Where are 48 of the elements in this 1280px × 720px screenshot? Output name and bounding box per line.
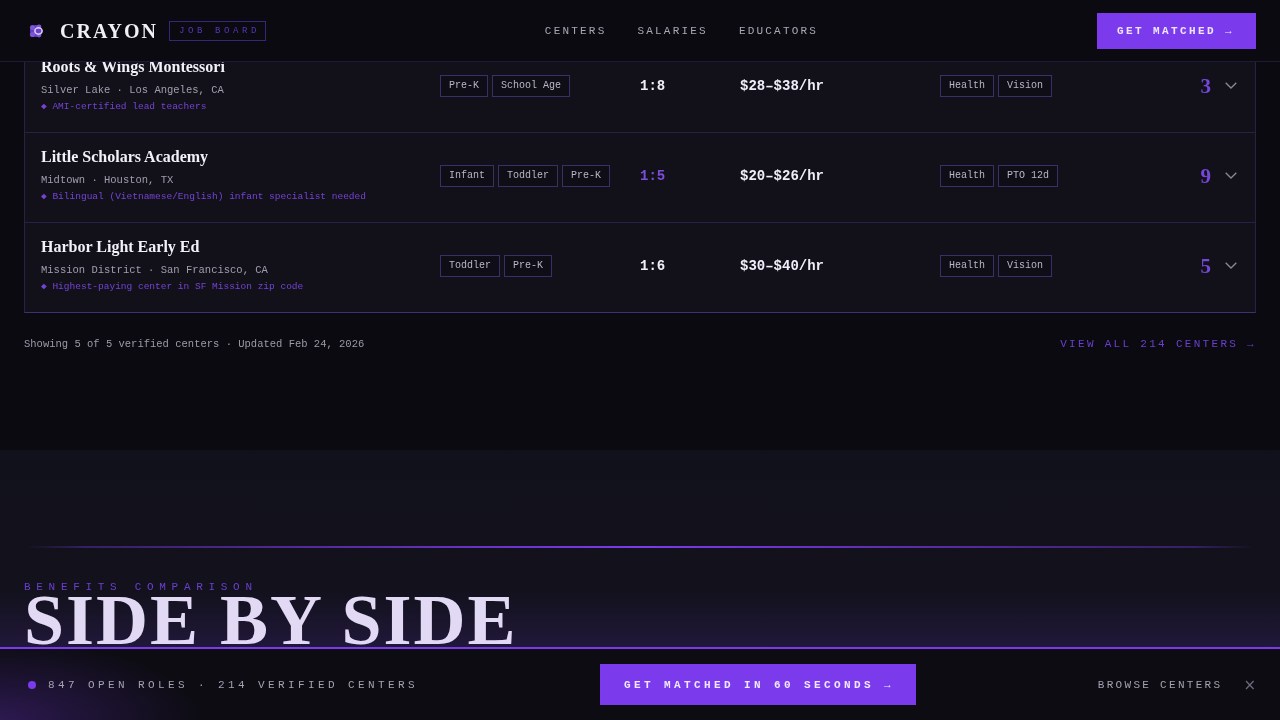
chevron-down-icon[interactable] [1225,172,1237,179]
center-note: ◆ Highest-paying center in SF Mission zip code [41,280,305,294]
pay-range: $20–$26/hr [740,167,824,184]
age-group-tag: Pre-K [562,164,611,187]
nav-link[interactable]: EDUCATORS [738,24,819,37]
center-name: Little Scholars Academy [41,147,210,167]
benefit-tag: Health [940,254,994,277]
center-location: Silver Lake · Los Angeles, CA [41,83,225,97]
age-group-tag: School Age [492,74,571,97]
benefit-tag: PTO 12d [998,164,1059,187]
job-board-tag: JOB BOARD [168,20,266,41]
openings-count: 9 [1200,163,1211,188]
results-summary: Showing 5 of 5 verified centers · Updated Feb 24, 2026 [24,338,365,350]
browse-centers-link[interactable]: BROWSE CENTERS [1097,678,1223,691]
staff-ratio: 1:6 [640,257,666,274]
benefit-tag: Health [940,164,994,187]
pay-range: $30–$40/hr [740,257,824,274]
openings-count: 3 [1200,73,1211,98]
brand-name: CRAYON [60,18,158,43]
center-location: Mission District · San Francisco, CA [41,263,269,277]
nav-link[interactable]: CENTERS [544,24,607,37]
open-roles-stats: 847 OPEN ROLES · 214 VERIFIED CENTERS [48,678,419,691]
age-group-tag: Pre-K [504,254,553,277]
close-button[interactable]: × [1243,676,1256,693]
get-matched-button[interactable]: GET MATCHED → [1097,12,1256,49]
age-group-tag: Infant [440,164,494,187]
center-location: Midtown · Houston, TX [41,173,175,187]
age-group-tag: Toddler [440,254,500,277]
center-note: ◆ Bilingual (Vietnamese/English) infant specialist needed [41,190,367,204]
nav-link[interactable]: SALARIES [637,24,708,37]
get-matched-button[interactable]: GET MATCHED IN 60 SECONDS → [599,664,916,705]
section-title: SIDE BY SIDE [24,594,518,647]
logo-icon [29,23,45,38]
chevron-down-icon[interactable] [1225,82,1237,89]
benefit-tag: Vision [998,254,1053,277]
age-group-tag: Pre-K [440,74,488,97]
center-name: Harbor Light Early Ed [41,237,201,257]
age-group-tag: Toddler [498,164,559,187]
staff-ratio: 1:5 [640,167,666,184]
center-note: ◆ AMI-certified lead teachers [41,100,208,114]
section-eyebrow: BENEFITS COMPARISON [24,580,259,594]
staff-ratio: 1:8 [640,77,666,94]
pay-range: $28–$38/hr [740,77,824,94]
status-dot-icon [28,680,36,689]
openings-count: 5 [1200,253,1211,278]
benefit-tag: Health [940,74,994,97]
benefit-tag: Vision [998,74,1053,97]
chevron-down-icon[interactable] [1225,262,1237,269]
